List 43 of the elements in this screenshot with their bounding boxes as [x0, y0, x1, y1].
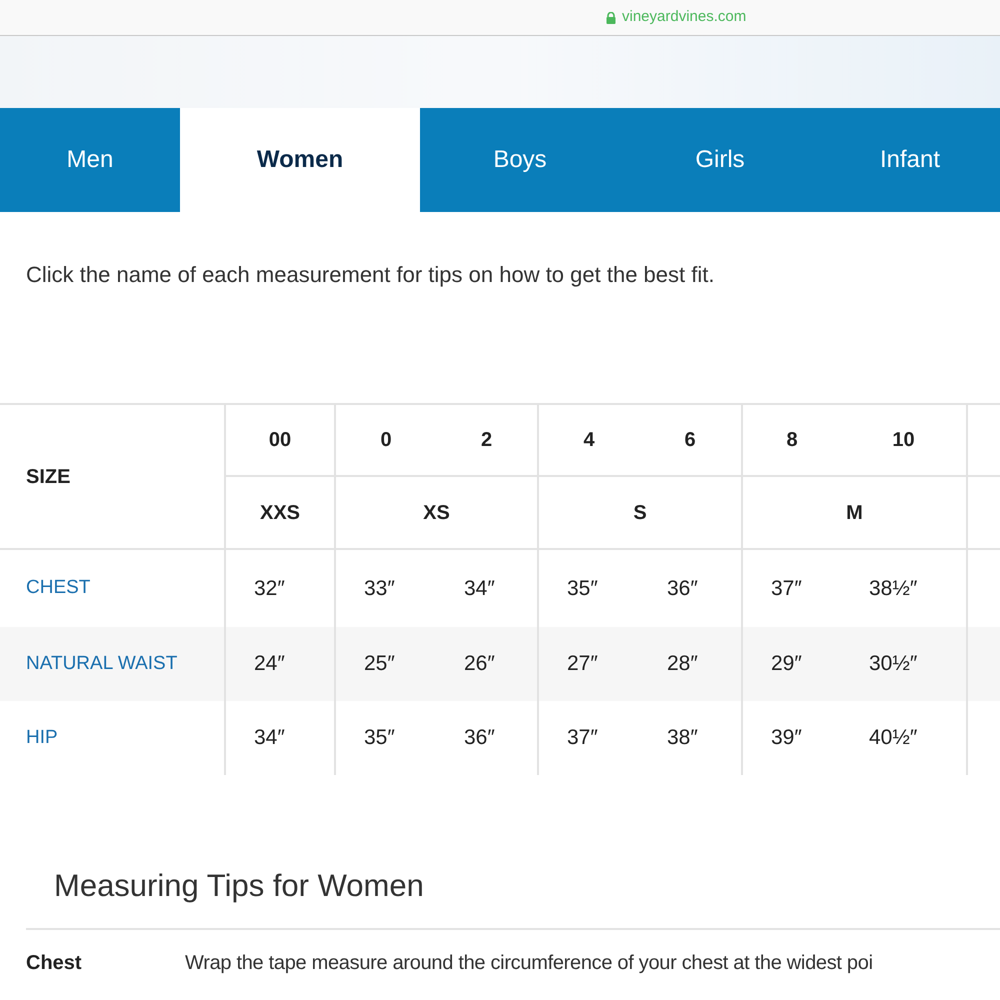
cell-value: 29″ — [771, 651, 802, 678]
size-letter: M — [846, 500, 863, 526]
measurement-link[interactable]: NATURAL WAIST — [26, 650, 178, 678]
cell-value: 25″ — [364, 651, 395, 678]
measurement-link[interactable]: CHEST — [26, 574, 90, 603]
cell-value: 34″ — [464, 576, 495, 602]
cell-value: 35″ — [364, 725, 395, 752]
cell-value: 38½″ — [869, 576, 918, 602]
size-number: 2 — [480, 428, 492, 453]
size-letter: XXS — [260, 500, 300, 526]
size-letter: XS — [423, 500, 450, 526]
cell-value: 38″ — [667, 725, 698, 752]
cell-value: 24″ — [254, 651, 285, 678]
category-tab[interactable]: Women — [180, 108, 420, 212]
size-number: 00 — [268, 428, 292, 453]
lock-icon — [606, 12, 616, 24]
url-text[interactable]: vineyardvines.com — [622, 6, 746, 29]
size-number: 4 — [583, 428, 595, 453]
tip-term: Chest — [26, 950, 83, 976]
tips-title: Measuring Tips for Women — [54, 867, 425, 905]
cell-value: 34″ — [254, 725, 285, 752]
size-number: 6 — [684, 428, 696, 453]
instruction-text: Click the name of each measurement for tips on how to get the best fit. — [26, 261, 716, 289]
cell-value: 30½″ — [869, 651, 918, 678]
cell-value: 28″ — [667, 651, 698, 678]
size-header: SIZE — [26, 464, 70, 490]
size-number: 8 — [786, 428, 798, 453]
cell-value: 36″ — [464, 725, 495, 752]
cell-value: 39″ — [771, 725, 802, 752]
cell-value: 37″ — [567, 725, 598, 752]
cell-value: 36″ — [667, 576, 698, 602]
cell-value: 27″ — [567, 651, 598, 678]
measurement-link[interactable]: HIP — [26, 724, 58, 752]
cell-value: 33″ — [364, 576, 395, 602]
tip-text: Wrap the tape measure around the circumference of your chest at the widest poi — [185, 950, 873, 976]
size-number: 10 — [892, 428, 915, 453]
cell-value: 32″ — [254, 576, 285, 602]
size-letter: S — [633, 500, 647, 526]
cell-value: 37″ — [771, 576, 802, 602]
size-number: 0 — [380, 428, 392, 453]
cell-value: 40½″ — [869, 725, 918, 752]
cell-value: 35″ — [567, 576, 598, 602]
cell-value: 26″ — [464, 651, 495, 678]
